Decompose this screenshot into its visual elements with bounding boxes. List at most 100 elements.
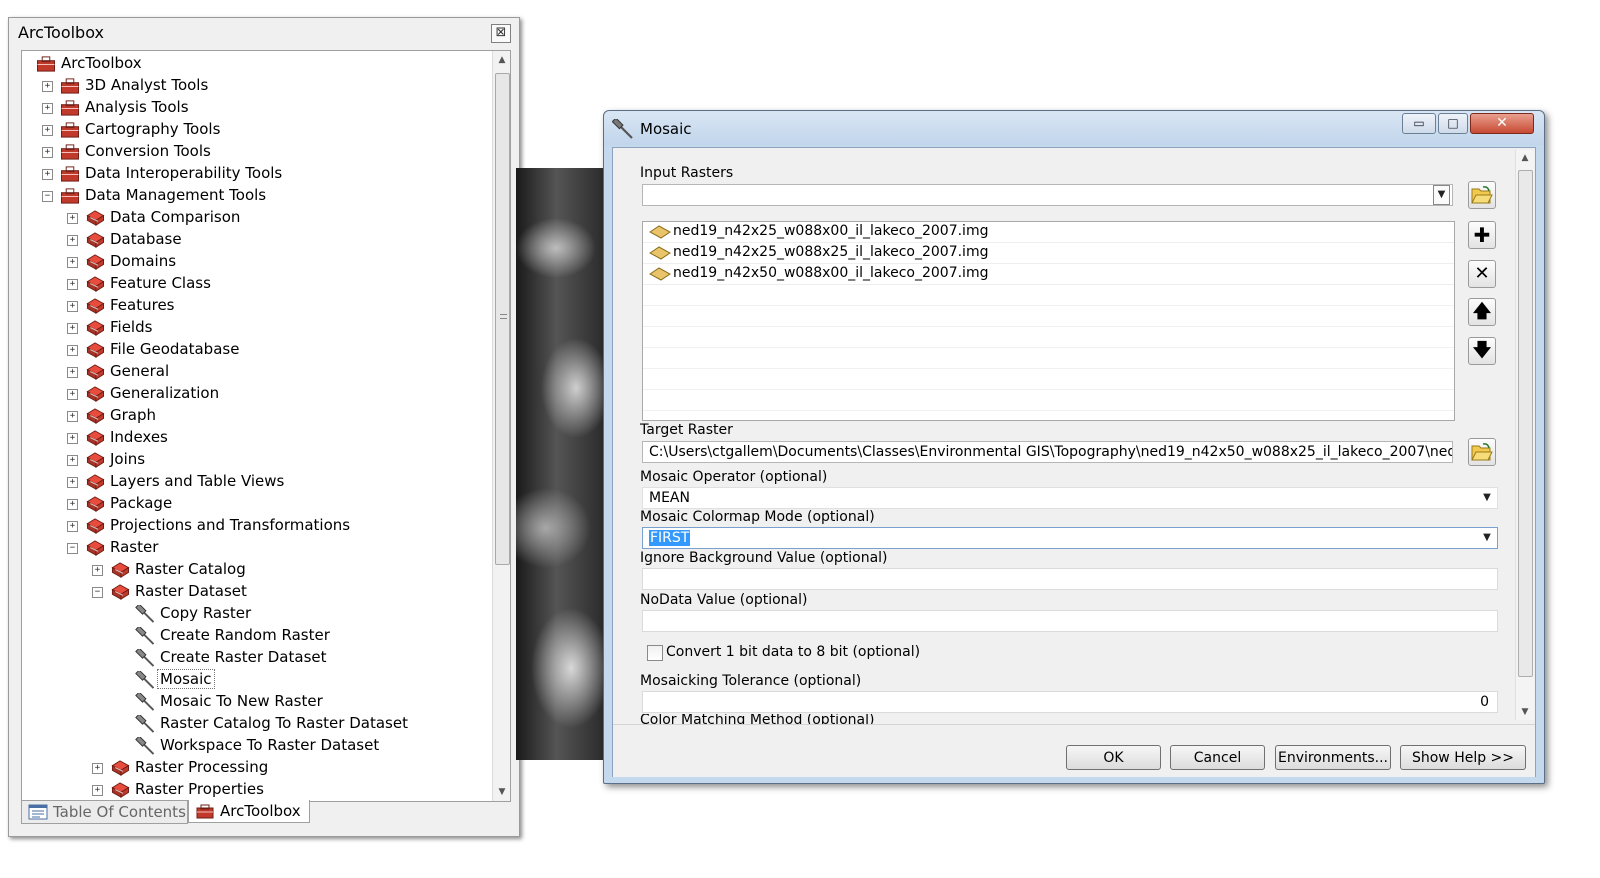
maximize-icon[interactable]: □ <box>1438 113 1468 134</box>
tree-item-feature-class[interactable]: + Feature Class <box>22 273 490 295</box>
tree-item-graph[interactable]: + Graph <box>22 405 490 427</box>
chevron-down-icon[interactable]: ▼ <box>1479 528 1495 548</box>
list-item-empty[interactable] <box>643 390 1454 411</box>
show-help-button[interactable]: Show Help >> <box>1400 745 1526 770</box>
tree-item-data-comparison[interactable]: + Data Comparison <box>22 207 490 229</box>
remove-icon[interactable]: ✕ <box>1468 260 1496 288</box>
scroll-up-arrow-icon[interactable]: ▲ <box>493 51 510 69</box>
tree-item-data-interoperability-tools[interactable]: + Data Interoperability Tools <box>22 163 490 185</box>
expand-icon[interactable]: + <box>92 785 103 796</box>
expand-icon[interactable]: + <box>42 147 53 158</box>
tree-item-conversion-tools[interactable]: + Conversion Tools <box>22 141 490 163</box>
expand-icon[interactable]: + <box>67 279 78 290</box>
list-item-empty[interactable] <box>643 306 1454 327</box>
list-item-empty[interactable] <box>643 348 1454 369</box>
expand-icon[interactable]: + <box>67 521 78 532</box>
ok-button[interactable]: OK <box>1066 745 1161 770</box>
expand-icon[interactable]: + <box>67 477 78 488</box>
mosaic-operator-select[interactable]: MEAN <box>642 487 1498 509</box>
chevron-down-icon[interactable]: ▼ <box>1479 488 1495 508</box>
input-rasters-list[interactable]: ned19_n42x25_w088x00_il_lakeco_2007.img n… <box>642 221 1455 421</box>
move-up-icon[interactable]: 🡅 <box>1468 298 1496 326</box>
environments-button[interactable]: Environments... <box>1275 745 1391 770</box>
tree-item-copy-raster[interactable]: Copy Raster <box>22 603 490 625</box>
tree-item-joins[interactable]: + Joins <box>22 449 490 471</box>
scroll-up-arrow-icon[interactable]: ▲ <box>1516 150 1534 166</box>
tree-item-analysis-tools[interactable]: + Analysis Tools <box>22 97 490 119</box>
tree-item-3d-analyst-tools[interactable]: +3D Analyst Tools <box>22 75 490 97</box>
tree-item-data-management-tools[interactable]: − Data Management Tools <box>22 185 490 207</box>
expand-icon[interactable]: + <box>42 81 53 92</box>
scroll-thumb[interactable] <box>1518 170 1533 677</box>
tree-item-mosaic[interactable]: Mosaic <box>22 669 490 691</box>
list-item-empty[interactable] <box>643 369 1454 390</box>
browse-target-raster-button[interactable] <box>1468 438 1496 466</box>
expand-icon[interactable]: + <box>67 411 78 422</box>
tree-item-cartography-tools[interactable]: + Cartography Tools <box>22 119 490 141</box>
input-rasters-combobox[interactable] <box>642 184 1453 206</box>
mosaic-titlebar[interactable]: Mosaic ▭ □ ✕ <box>604 111 1544 145</box>
minimize-icon[interactable]: ▭ <box>1402 113 1436 134</box>
tolerance-input[interactable]: 0 <box>642 691 1498 713</box>
tree-item-create-random-raster[interactable]: Create Random Raster <box>22 625 490 647</box>
expand-icon[interactable]: + <box>67 323 78 334</box>
nodata-input[interactable] <box>642 610 1498 632</box>
scroll-down-arrow-icon[interactable]: ▼ <box>1516 704 1534 720</box>
tree-item-database[interactable]: + Database <box>22 229 490 251</box>
arctoolbox-titlebar[interactable]: ArcToolbox ⊠ <box>9 18 519 48</box>
tree-item-file-geodatabase[interactable]: + File Geodatabase <box>22 339 490 361</box>
expand-icon[interactable]: + <box>67 301 78 312</box>
collapse-icon[interactable]: − <box>67 543 78 554</box>
expand-icon[interactable]: + <box>67 213 78 224</box>
cancel-button[interactable]: Cancel <box>1170 745 1265 770</box>
expand-icon[interactable]: + <box>42 103 53 114</box>
expand-icon[interactable]: + <box>67 455 78 466</box>
tree-item-domains[interactable]: + Domains <box>22 251 490 273</box>
tab-arctoolbox[interactable]: ArcToolbox <box>188 800 310 823</box>
close-icon[interactable]: ⊠ <box>491 24 511 43</box>
expand-icon[interactable]: + <box>67 367 78 378</box>
chevron-down-icon[interactable]: ▼ <box>1433 185 1450 205</box>
tree-item-generalization[interactable]: + Generalization <box>22 383 490 405</box>
move-down-icon[interactable]: 🡇 <box>1468 337 1496 365</box>
tree-item-layers-and-table-views[interactable]: + Layers and Table Views <box>22 471 490 493</box>
scroll-down-arrow-icon[interactable]: ▼ <box>493 783 510 801</box>
tree-item-projections-and-transformations[interactable]: + Projections and Transformations <box>22 515 490 537</box>
tree-item-raster[interactable]: − Raster <box>22 537 490 559</box>
list-item-empty[interactable] <box>643 285 1454 306</box>
tree-item-mosaic-to-new-raster[interactable]: Mosaic To New Raster <box>22 691 490 713</box>
expand-icon[interactable]: + <box>42 125 53 136</box>
ignore-background-input[interactable] <box>642 568 1498 590</box>
tab-table-of-contents[interactable]: Table Of Contents <box>21 800 188 824</box>
tree-item-raster-catalog-to-raster-dataset[interactable]: Raster Catalog To Raster Dataset <box>22 713 490 735</box>
list-item[interactable]: ned19_n42x25_w088x00_il_lakeco_2007.img <box>643 222 1454 243</box>
expand-icon[interactable]: + <box>67 433 78 444</box>
dialog-scrollbar[interactable]: ▲ ▼ <box>1515 150 1534 720</box>
expand-icon[interactable]: + <box>67 257 78 268</box>
expand-icon[interactable]: + <box>92 763 103 774</box>
tree-item-raster-processing[interactable]: + Raster Processing <box>22 757 490 779</box>
tree-item-raster-catalog[interactable]: + Raster Catalog <box>22 559 490 581</box>
expand-icon[interactable]: + <box>67 345 78 356</box>
tree-item-raster-properties[interactable]: + Raster Properties <box>22 779 490 801</box>
tree-item-workspace-to-raster-dataset[interactable]: Workspace To Raster Dataset <box>22 735 490 757</box>
expand-icon[interactable]: + <box>92 565 103 576</box>
tree-item-raster-dataset[interactable]: − Raster Dataset <box>22 581 490 603</box>
tree-item-general[interactable]: + General <box>22 361 490 383</box>
browse-input-rasters-button[interactable] <box>1468 181 1496 209</box>
list-item[interactable]: ned19_n42x25_w088x25_il_lakeco_2007.img <box>643 243 1454 264</box>
tree-item-create-raster-dataset[interactable]: Create Raster Dataset <box>22 647 490 669</box>
tree-item-fields[interactable]: + Fields <box>22 317 490 339</box>
collapse-icon[interactable]: − <box>42 191 53 202</box>
tree-item-features[interactable]: + Features <box>22 295 490 317</box>
list-item-empty[interactable] <box>643 327 1454 348</box>
expand-icon[interactable]: + <box>67 389 78 400</box>
target-raster-input[interactable]: C:\Users\ctgallem\Documents\Classes\Envi… <box>642 441 1453 463</box>
expand-icon[interactable]: + <box>42 169 53 180</box>
expand-icon[interactable]: + <box>67 499 78 510</box>
scroll-thumb[interactable] <box>495 73 510 565</box>
tree-item-indexes[interactable]: + Indexes <box>22 427 490 449</box>
tree-item-package[interactable]: + Package <box>22 493 490 515</box>
colormap-mode-select[interactable]: FIRST <box>642 527 1498 549</box>
collapse-icon[interactable]: − <box>92 587 103 598</box>
